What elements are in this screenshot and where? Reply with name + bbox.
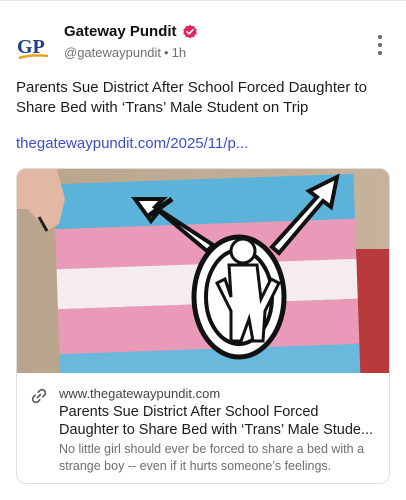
account-name-row: Gateway Pundit [64, 23, 198, 40]
gateway-pundit-logo-icon: GP [17, 36, 49, 60]
account-meta: @gatewaypundit • 1h [64, 45, 186, 60]
link-preview-card[interactable]: www.thegatewaypundit.com Parents Sue Dis… [16, 168, 390, 484]
post-text: Parents Sue District After School Forced… [16, 79, 367, 116]
link-preview-image[interactable] [17, 169, 389, 373]
more-vertical-icon [378, 35, 382, 39]
link-description: No little girl should ever be forced to … [59, 442, 365, 473]
avatar[interactable]: GP [14, 27, 54, 67]
account-name[interactable]: Gateway Pundit [64, 23, 177, 40]
post-time: 1h [171, 45, 187, 60]
link-title-line-1: Parents Sue District After School Forced [59, 404, 319, 420]
post-link[interactable]: thegatewaypundit.com/2025/11/p... [16, 135, 248, 152]
link-chain-icon [30, 387, 48, 405]
account-handle[interactable]: @gatewaypundit [64, 45, 161, 60]
link-domain: www.thegatewaypundit.com [59, 386, 221, 401]
link-title-line-2: Daughter to Share Bed with ‘Trans’ Male … [59, 422, 374, 438]
more-options-button[interactable] [376, 35, 384, 55]
verified-badge-icon [182, 24, 198, 40]
post-card: GP Gateway Pundit @gatewaypundit • 1h Pare… [0, 0, 406, 500]
separator-dot: • [164, 45, 169, 60]
link-title[interactable]: Parents Sue District After School Forced… [59, 403, 381, 439]
link-preview-body: www.thegatewaypundit.com Parents Sue Dis… [17, 373, 389, 483]
